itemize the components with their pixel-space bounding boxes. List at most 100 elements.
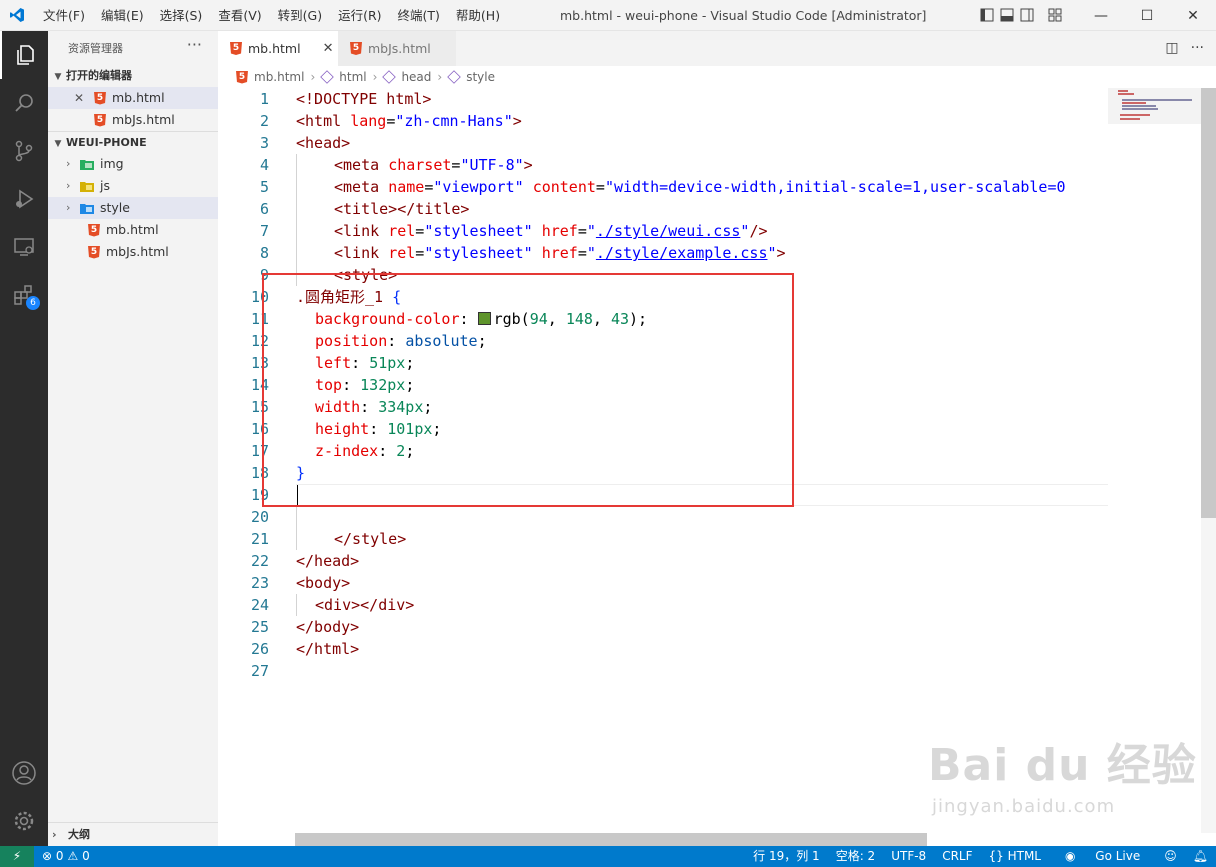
- tree-item-label: mb.html: [106, 222, 159, 237]
- html5-file-icon: 5: [94, 91, 106, 105]
- tree-item-label: mbJs.html: [106, 244, 169, 259]
- breadcrumb-item[interactable]: style: [466, 66, 495, 88]
- explorer-more-button[interactable]: ···: [187, 35, 202, 54]
- tree-item-mb-html[interactable]: 5 mb.html: [48, 219, 218, 241]
- link-weui-css[interactable]: ./style/weui.css: [596, 222, 741, 240]
- settings-gear-icon[interactable]: [0, 797, 48, 845]
- scrollbar-thumb[interactable]: [1201, 88, 1216, 518]
- minimize-button[interactable]: —: [1078, 0, 1124, 31]
- toggle-panel-icon[interactable]: [1000, 8, 1014, 22]
- tree-item-mbjs-html[interactable]: 5 mbJs.html: [48, 241, 218, 263]
- breadcrumb-item[interactable]: head: [401, 66, 431, 88]
- search-icon[interactable]: [0, 79, 48, 127]
- horizontal-scrollbar[interactable]: [295, 833, 927, 846]
- extensions-icon[interactable]: 6: [0, 271, 48, 319]
- remote-explorer-icon[interactable]: [0, 223, 48, 271]
- chevron-down-icon: ▼: [54, 72, 62, 82]
- tree-item-img[interactable]: › img: [48, 153, 218, 175]
- tab-mb-html[interactable]: 5 mb.html ✕: [218, 31, 338, 66]
- language-mode[interactable]: {} HTML: [981, 846, 1049, 867]
- html5-file-icon: 5: [94, 113, 106, 127]
- chevron-right-icon: ›: [372, 70, 378, 84]
- html5-file-icon: 5: [88, 223, 100, 237]
- toggle-secondary-sidebar-icon[interactable]: [1020, 8, 1034, 22]
- feedback-icon[interactable]: ☺: [1156, 846, 1185, 867]
- encoding[interactable]: UTF-8: [883, 846, 934, 867]
- broadcast-icon: ◉: [1064, 849, 1080, 863]
- html5-file-icon: 5: [88, 245, 100, 259]
- remote-indicator-icon[interactable]: ⚡: [0, 846, 34, 867]
- menu-run[interactable]: 运行(R): [330, 0, 389, 31]
- menu-file[interactable]: 文件(F): [35, 0, 93, 31]
- explorer-icon[interactable]: [0, 31, 48, 79]
- chevron-right-icon: ›: [437, 70, 443, 84]
- outline-label: 大纲: [68, 828, 90, 841]
- explorer-title: 资源管理器: [68, 42, 123, 55]
- breadcrumb-item[interactable]: html: [339, 66, 366, 88]
- breadcrumb-item[interactable]: mb.html: [254, 66, 304, 88]
- chevron-right-icon: ›: [310, 70, 316, 84]
- minimap[interactable]: [1108, 88, 1201, 124]
- chevron-down-icon: ▼: [54, 139, 62, 149]
- vscode-logo-icon: [10, 8, 24, 22]
- chevron-right-icon: ›: [66, 201, 71, 214]
- vertical-scrollbar[interactable]: [1201, 88, 1216, 833]
- menu-terminal[interactable]: 终端(T): [390, 0, 448, 31]
- open-editor-item[interactable]: ✕ 5 mb.html: [48, 87, 218, 109]
- maximize-button[interactable]: ☐: [1124, 0, 1170, 31]
- indent-guide: [296, 154, 297, 286]
- customize-layout-icon[interactable]: [1048, 8, 1062, 22]
- more-actions-icon[interactable]: ···: [1191, 40, 1204, 56]
- warnings-count: ⚠ 0: [67, 849, 90, 863]
- source-control-icon[interactable]: [0, 127, 48, 175]
- chevron-right-icon: ›: [66, 179, 71, 192]
- notifications-bell-icon[interactable]: 🔔︎: [1185, 846, 1216, 867]
- cursor-position[interactable]: 行 19，列 1: [745, 846, 828, 867]
- explorer-sidebar: 资源管理器 ··· ▼ 打开的编辑器 ✕ 5 mb.html 5 mbJs.htm…: [48, 31, 218, 846]
- close-editor-icon[interactable]: ✕: [74, 87, 94, 109]
- open-editors-label: 打开的编辑器: [66, 69, 132, 82]
- problems-indicator[interactable]: ⊗ 0 ⚠ 0: [42, 846, 90, 867]
- js-folder-icon: [80, 182, 94, 192]
- outline-header[interactable]: › 大纲: [48, 822, 218, 847]
- open-editor-label: mb.html: [112, 90, 165, 105]
- title-bar: 文件(F) 编辑(E) 选择(S) 查看(V) 转到(G) 运行(R) 终端(T…: [0, 0, 1216, 31]
- open-editors-header[interactable]: ▼ 打开的编辑器: [48, 65, 218, 87]
- account-icon[interactable]: [0, 749, 48, 797]
- highlight-annotation-box: [262, 273, 794, 507]
- tab-mbjs-html[interactable]: 5 mbJs.html: [338, 31, 456, 66]
- html5-file-icon: 5: [230, 42, 242, 55]
- tree-item-style[interactable]: › style: [48, 197, 218, 219]
- menu-help[interactable]: 帮助(H): [448, 0, 508, 31]
- go-live-button[interactable]: ◉ Go Live: [1049, 846, 1156, 867]
- run-debug-icon[interactable]: [0, 175, 48, 223]
- link-example-css[interactable]: ./style/example.css: [596, 244, 768, 262]
- menu-selection[interactable]: 选择(S): [152, 0, 211, 31]
- tab-actions: ◫ ···: [1165, 40, 1204, 56]
- toggle-sidebar-icon[interactable]: [980, 8, 994, 22]
- status-right: 行 19，列 1 空格: 2 UTF-8 CRLF {} HTML ◉ Go L…: [745, 846, 1216, 867]
- close-button[interactable]: ✕: [1170, 0, 1216, 31]
- activity-bar: 6: [0, 31, 48, 846]
- extensions-badge: 6: [26, 296, 40, 310]
- open-editor-item[interactable]: 5 mbJs.html: [48, 109, 218, 131]
- watermark-url: jingyan.baidu.com: [932, 796, 1116, 817]
- html5-file-icon: 5: [236, 70, 248, 84]
- breadcrumb: 5 mb.html › html › head › style: [218, 66, 1108, 88]
- window-controls: — ☐ ✕: [1078, 0, 1216, 31]
- indent-guide: [296, 594, 297, 616]
- menu-go[interactable]: 转到(G): [270, 0, 330, 31]
- symbol-element-icon: [382, 70, 397, 84]
- tab-close-icon[interactable]: ✕: [323, 31, 334, 66]
- eol[interactable]: CRLF: [934, 846, 980, 867]
- indentation[interactable]: 空格: 2: [828, 846, 884, 867]
- project-label: WEUI-PHONE: [66, 136, 147, 149]
- split-editor-icon[interactable]: ◫: [1165, 40, 1178, 56]
- tree-item-js[interactable]: › js: [48, 175, 218, 197]
- baidu-watermark: Bai du 经验 jingyan.baidu.com: [928, 736, 1197, 817]
- tab-label: mb.html: [248, 41, 301, 56]
- menu-edit[interactable]: 编辑(E): [93, 0, 152, 31]
- css-folder-icon: [80, 204, 94, 214]
- menu-view[interactable]: 查看(V): [210, 0, 269, 31]
- project-header[interactable]: ▼ WEUI-PHONE: [48, 131, 218, 154]
